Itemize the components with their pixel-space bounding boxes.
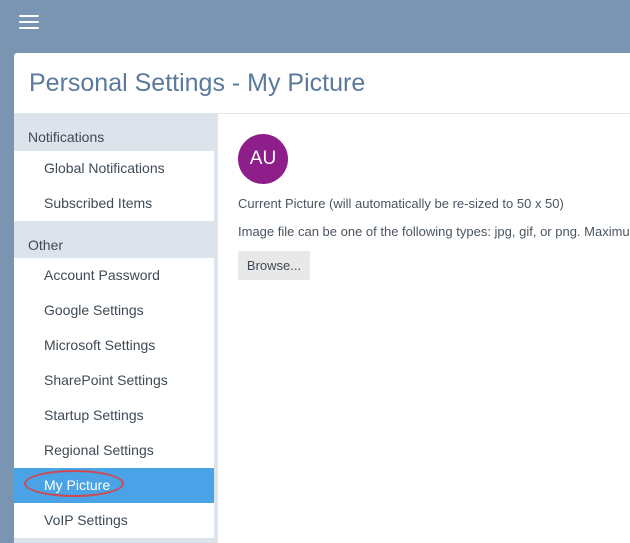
top-bar — [0, 0, 630, 53]
sidebar-item-google-settings[interactable]: Google Settings — [14, 293, 214, 328]
sidebar-item-global-notifications[interactable]: Global Notifications — [14, 151, 214, 186]
sidebar-item-account-password[interactable]: Account Password — [14, 258, 214, 293]
settings-sidebar: Notifications Global Notifications Subsc… — [14, 114, 218, 543]
settings-panel: Personal Settings - My Picture Notificat… — [14, 53, 630, 543]
sidebar-item-voip-settings[interactable]: VoIP Settings — [14, 503, 214, 538]
sidebar-item-regional-settings[interactable]: Regional Settings — [14, 433, 214, 468]
current-picture-label: Current Picture (will automatically be r… — [238, 196, 564, 211]
avatar: AU — [238, 134, 288, 184]
sidebar-item-microsoft-settings[interactable]: Microsoft Settings — [14, 328, 214, 363]
sidebar-item-sharepoint-settings[interactable]: SharePoint Settings — [14, 363, 214, 398]
sidebar-item-subscribed-items[interactable]: Subscribed Items — [14, 186, 214, 221]
hamburger-menu-icon[interactable] — [19, 15, 39, 31]
my-picture-content: AU Current Picture (will automatically b… — [238, 114, 630, 543]
sidebar-group-other: Other Account Password Google Settings M… — [14, 221, 214, 538]
sidebar-group-header-other: Other — [28, 237, 64, 253]
sidebar-group-notifications: Notifications Global Notifications Subsc… — [14, 114, 214, 221]
page-title: Personal Settings - My Picture — [29, 69, 366, 97]
sidebar-item-my-picture[interactable]: My Picture — [14, 468, 214, 503]
sidebar-item-label: My Picture — [44, 477, 111, 493]
page-header: Personal Settings - My Picture — [14, 53, 630, 114]
sidebar-item-startup-settings[interactable]: Startup Settings — [14, 398, 214, 433]
sidebar-group-header-notifications: Notifications — [28, 129, 105, 145]
file-types-help-text: Image file can be one of the following t… — [238, 224, 630, 239]
browse-button[interactable]: Browse... — [238, 251, 310, 280]
